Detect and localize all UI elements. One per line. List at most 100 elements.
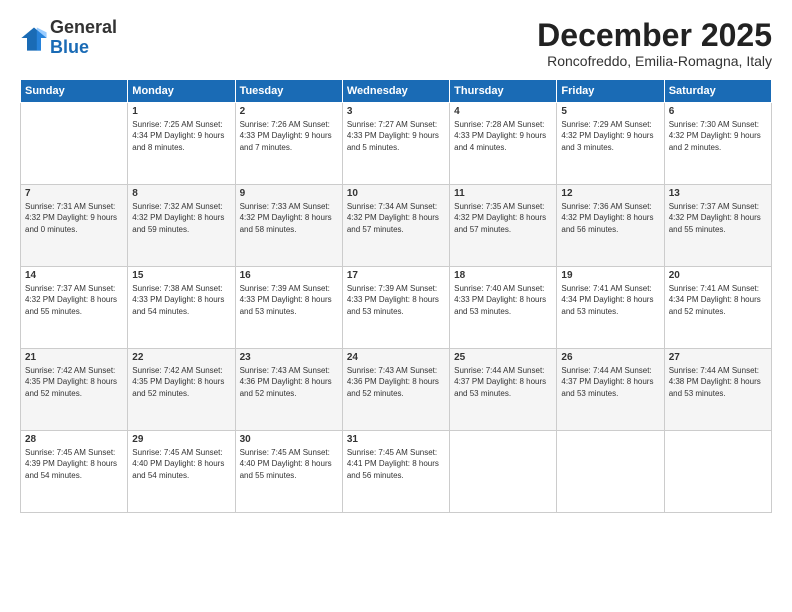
day-number: 24 bbox=[347, 352, 445, 363]
week-row-3: 21 Sunrise: 7:42 AM Sunset: 4:35 PM Dayli… bbox=[21, 349, 772, 431]
cell-content: Sunrise: 7:25 AM Sunset: 4:34 PM Dayligh… bbox=[132, 119, 230, 153]
cell-content: Sunrise: 7:43 AM Sunset: 4:36 PM Dayligh… bbox=[240, 365, 338, 399]
cell-0-5: 5 Sunrise: 7:29 AM Sunset: 4:32 PM Daylig… bbox=[557, 103, 664, 185]
cell-content: Sunrise: 7:44 AM Sunset: 4:38 PM Dayligh… bbox=[669, 365, 767, 399]
week-row-1: 7 Sunrise: 7:31 AM Sunset: 4:32 PM Daylig… bbox=[21, 185, 772, 267]
week-row-0: 1 Sunrise: 7:25 AM Sunset: 4:34 PM Daylig… bbox=[21, 103, 772, 185]
day-number: 26 bbox=[561, 352, 659, 363]
day-number: 6 bbox=[669, 106, 767, 117]
day-number: 13 bbox=[669, 188, 767, 199]
cell-content: Sunrise: 7:33 AM Sunset: 4:32 PM Dayligh… bbox=[240, 201, 338, 235]
day-number: 16 bbox=[240, 270, 338, 281]
day-number: 1 bbox=[132, 106, 230, 117]
day-number: 11 bbox=[454, 188, 552, 199]
week-row-2: 14 Sunrise: 7:37 AM Sunset: 4:32 PM Dayli… bbox=[21, 267, 772, 349]
col-thursday: Thursday bbox=[450, 80, 557, 103]
cell-1-6: 13 Sunrise: 7:37 AM Sunset: 4:32 PM Dayli… bbox=[664, 185, 771, 267]
day-number: 30 bbox=[240, 434, 338, 445]
cell-2-6: 20 Sunrise: 7:41 AM Sunset: 4:34 PM Dayli… bbox=[664, 267, 771, 349]
cell-content: Sunrise: 7:31 AM Sunset: 4:32 PM Dayligh… bbox=[25, 201, 123, 235]
month-title: December 2025 bbox=[537, 18, 772, 53]
cell-3-4: 25Sunrise: 7:44 AM Sunset: 4:37 PM Dayli… bbox=[450, 349, 557, 431]
cell-4-5 bbox=[557, 431, 664, 513]
col-saturday: Saturday bbox=[664, 80, 771, 103]
col-wednesday: Wednesday bbox=[342, 80, 449, 103]
day-number: 23 bbox=[240, 352, 338, 363]
cell-content: Sunrise: 7:39 AM Sunset: 4:33 PM Dayligh… bbox=[347, 283, 445, 317]
cell-content: Sunrise: 7:41 AM Sunset: 4:34 PM Dayligh… bbox=[669, 283, 767, 317]
cell-content: Sunrise: 7:42 AM Sunset: 4:35 PM Dayligh… bbox=[132, 365, 230, 399]
day-number: 17 bbox=[347, 270, 445, 281]
cell-2-1: 15 Sunrise: 7:38 AM Sunset: 4:33 PM Dayli… bbox=[128, 267, 235, 349]
day-number: 12 bbox=[561, 188, 659, 199]
day-number: 15 bbox=[132, 270, 230, 281]
cell-3-2: 23 Sunrise: 7:43 AM Sunset: 4:36 PM Dayli… bbox=[235, 349, 342, 431]
cell-content: Sunrise: 7:45 AM Sunset: 4:40 PM Dayligh… bbox=[132, 447, 230, 481]
day-number: 14 bbox=[25, 270, 123, 281]
cell-1-4: 11Sunrise: 7:35 AM Sunset: 4:32 PM Dayli… bbox=[450, 185, 557, 267]
cell-2-3: 17 Sunrise: 7:39 AM Sunset: 4:33 PM Dayli… bbox=[342, 267, 449, 349]
subtitle: Roncofreddo, Emilia-Romagna, Italy bbox=[537, 53, 772, 69]
day-number: 19 bbox=[561, 270, 659, 281]
cell-content: Sunrise: 7:38 AM Sunset: 4:33 PM Dayligh… bbox=[132, 283, 230, 317]
day-number: 4 bbox=[454, 106, 552, 117]
cell-4-6 bbox=[664, 431, 771, 513]
cell-content: Sunrise: 7:42 AM Sunset: 4:35 PM Dayligh… bbox=[25, 365, 123, 399]
cell-content: Sunrise: 7:32 AM Sunset: 4:32 PM Dayligh… bbox=[132, 201, 230, 235]
week-row-4: 28 Sunrise: 7:45 AM Sunset: 4:39 PM Dayli… bbox=[21, 431, 772, 513]
cell-content: Sunrise: 7:44 AM Sunset: 4:37 PM Dayligh… bbox=[454, 365, 552, 399]
cell-3-1: 22Sunrise: 7:42 AM Sunset: 4:35 PM Dayli… bbox=[128, 349, 235, 431]
day-number: 21 bbox=[25, 352, 123, 363]
cell-content: Sunrise: 7:45 AM Sunset: 4:40 PM Dayligh… bbox=[240, 447, 338, 481]
cell-3-5: 26Sunrise: 7:44 AM Sunset: 4:37 PM Dayli… bbox=[557, 349, 664, 431]
logo: General Blue bbox=[20, 18, 117, 58]
logo-line1: General bbox=[50, 18, 117, 38]
day-number: 3 bbox=[347, 106, 445, 117]
cell-1-5: 12Sunrise: 7:36 AM Sunset: 4:32 PM Dayli… bbox=[557, 185, 664, 267]
cell-0-1: 1 Sunrise: 7:25 AM Sunset: 4:34 PM Daylig… bbox=[128, 103, 235, 185]
col-monday: Monday bbox=[128, 80, 235, 103]
cell-3-0: 21 Sunrise: 7:42 AM Sunset: 4:35 PM Dayli… bbox=[21, 349, 128, 431]
cell-content: Sunrise: 7:28 AM Sunset: 4:33 PM Dayligh… bbox=[454, 119, 552, 153]
cell-content: Sunrise: 7:40 AM Sunset: 4:33 PM Dayligh… bbox=[454, 283, 552, 317]
day-number: 28 bbox=[25, 434, 123, 445]
day-number: 8 bbox=[132, 188, 230, 199]
cell-2-2: 16 Sunrise: 7:39 AM Sunset: 4:33 PM Dayli… bbox=[235, 267, 342, 349]
header: General Blue December 2025 Roncofreddo, … bbox=[20, 18, 772, 69]
cell-0-0 bbox=[21, 103, 128, 185]
cell-content: Sunrise: 7:34 AM Sunset: 4:32 PM Dayligh… bbox=[347, 201, 445, 235]
cell-content: Sunrise: 7:45 AM Sunset: 4:39 PM Dayligh… bbox=[25, 447, 123, 481]
cell-4-4 bbox=[450, 431, 557, 513]
cell-2-0: 14 Sunrise: 7:37 AM Sunset: 4:32 PM Dayli… bbox=[21, 267, 128, 349]
cell-content: Sunrise: 7:30 AM Sunset: 4:32 PM Dayligh… bbox=[669, 119, 767, 153]
title-block: December 2025 Roncofreddo, Emilia-Romagn… bbox=[537, 18, 772, 69]
cell-4-0: 28 Sunrise: 7:45 AM Sunset: 4:39 PM Dayli… bbox=[21, 431, 128, 513]
cell-content: Sunrise: 7:37 AM Sunset: 4:32 PM Dayligh… bbox=[25, 283, 123, 317]
cell-2-5: 19 Sunrise: 7:41 AM Sunset: 4:34 PM Dayli… bbox=[557, 267, 664, 349]
cell-content: Sunrise: 7:43 AM Sunset: 4:36 PM Dayligh… bbox=[347, 365, 445, 399]
cell-1-2: 9 Sunrise: 7:33 AM Sunset: 4:32 PM Daylig… bbox=[235, 185, 342, 267]
cell-content: Sunrise: 7:29 AM Sunset: 4:32 PM Dayligh… bbox=[561, 119, 659, 153]
cell-content: Sunrise: 7:27 AM Sunset: 4:33 PM Dayligh… bbox=[347, 119, 445, 153]
calendar-table: Sunday Monday Tuesday Wednesday Thursday… bbox=[20, 79, 772, 513]
day-number: 9 bbox=[240, 188, 338, 199]
day-number: 29 bbox=[132, 434, 230, 445]
cell-content: Sunrise: 7:26 AM Sunset: 4:33 PM Dayligh… bbox=[240, 119, 338, 153]
page: General Blue December 2025 Roncofreddo, … bbox=[0, 0, 792, 612]
day-number: 31 bbox=[347, 434, 445, 445]
day-number: 18 bbox=[454, 270, 552, 281]
logo-line2: Blue bbox=[50, 38, 117, 58]
day-number: 7 bbox=[25, 188, 123, 199]
cell-content: Sunrise: 7:37 AM Sunset: 4:32 PM Dayligh… bbox=[669, 201, 767, 235]
col-sunday: Sunday bbox=[21, 80, 128, 103]
cell-2-4: 18 Sunrise: 7:40 AM Sunset: 4:33 PM Dayli… bbox=[450, 267, 557, 349]
cell-content: Sunrise: 7:41 AM Sunset: 4:34 PM Dayligh… bbox=[561, 283, 659, 317]
day-number: 20 bbox=[669, 270, 767, 281]
day-number: 10 bbox=[347, 188, 445, 199]
day-number: 5 bbox=[561, 106, 659, 117]
cell-content: Sunrise: 7:39 AM Sunset: 4:33 PM Dayligh… bbox=[240, 283, 338, 317]
cell-1-3: 10 Sunrise: 7:34 AM Sunset: 4:32 PM Dayli… bbox=[342, 185, 449, 267]
cell-0-3: 3 Sunrise: 7:27 AM Sunset: 4:33 PM Daylig… bbox=[342, 103, 449, 185]
day-number: 2 bbox=[240, 106, 338, 117]
header-row: Sunday Monday Tuesday Wednesday Thursday… bbox=[21, 80, 772, 103]
